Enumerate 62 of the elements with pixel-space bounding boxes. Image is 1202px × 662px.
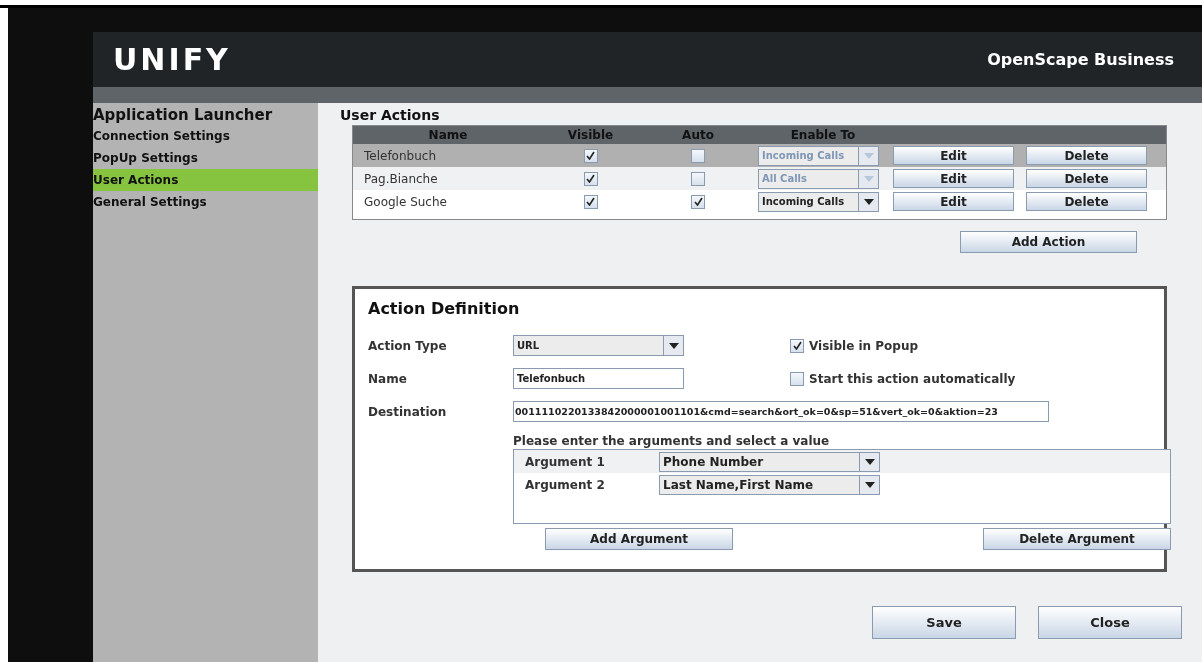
product-title: OpenScape Business [987,48,1174,71]
edit-button[interactable]: Edit [893,146,1014,165]
column-header: Enable To [789,127,857,144]
destination-field[interactable]: 0011110220133842000001001101&cmd=search&ort_ok=0&sp=51&vert_ok=0&aktion=23 [513,401,1049,422]
field-label: Action Type [368,337,448,355]
name-field[interactable]: Telefonbuch [513,368,684,389]
checkbox[interactable] [583,171,598,186]
delete-argument-button[interactable]: Delete Argument [983,528,1171,550]
checkbox[interactable] [790,371,804,386]
edit-button[interactable]: Edit [893,169,1014,188]
checkbox[interactable] [790,338,804,353]
column-header: Visible [566,127,615,144]
dialog-button[interactable]: Close [1038,606,1182,639]
caret-icon [668,342,679,349]
caret-icon [863,152,874,159]
checkbox[interactable] [583,148,598,163]
sidebar-title: Application Launcher [93,105,274,125]
edit-button[interactable]: Edit [893,192,1014,211]
delete-button[interactable]: Delete [1026,146,1147,165]
checkbox-label: Start this action automatically [809,370,1016,388]
dropdown[interactable]: URL [513,335,684,356]
caret-icon [864,458,875,465]
column-header: Name [427,127,469,144]
check-icon [586,197,595,206]
section-title: User Actions [340,106,441,125]
dialog-button[interactable]: Save [872,606,1016,639]
argument-label: Argument 2 [524,476,606,494]
table-row[interactable]: Telefonbuch Incoming Calls Edit Delete [353,144,1166,167]
add-action-button[interactable]: Add Action [960,231,1137,253]
checkbox[interactable] [691,171,705,186]
delete-button[interactable]: Delete [1026,169,1147,188]
add-argument-button[interactable]: Add Argument [545,528,733,550]
checkbox-label: Visible in Popup [809,337,919,355]
panel-title: Action Definition [368,299,521,319]
caret-icon [864,481,875,488]
check-icon [693,197,703,206]
dropdown[interactable]: Last Name,First Name [659,474,880,495]
caret-icon [863,175,874,182]
table-cell-text: Pag.Bianche [363,170,439,188]
sidebar-item[interactable]: User Actions [93,169,318,191]
dropdown[interactable]: Phone Number [659,451,880,472]
column-header: Auto [681,127,715,144]
table-cell-text: Google Suche [363,193,448,211]
check-icon [586,174,595,183]
checkbox[interactable] [691,194,705,209]
table-cell-text: Telefonbuch [363,147,437,165]
logo: UNIFY [113,41,231,79]
sidebar-item[interactable]: Connection Settings [93,125,318,147]
field-label: Destination [368,403,448,421]
delete-button[interactable]: Delete [1026,192,1147,211]
table-row[interactable]: Pag.Bianche All Calls Edit Delete [353,167,1166,190]
arguments-prompt: Please enter the arguments and select a value [513,433,831,449]
sidebar-item[interactable]: PopUp Settings [93,147,318,169]
sidebar-item[interactable]: General Settings [93,191,318,213]
checkbox[interactable] [691,148,705,163]
check-icon [792,341,802,350]
checkbox[interactable] [583,194,598,209]
dropdown[interactable]: Incoming Calls [758,191,879,212]
argument-label: Argument 1 [524,453,606,471]
field-label: Name [368,370,408,388]
check-icon [586,151,595,160]
caret-icon [863,198,874,205]
